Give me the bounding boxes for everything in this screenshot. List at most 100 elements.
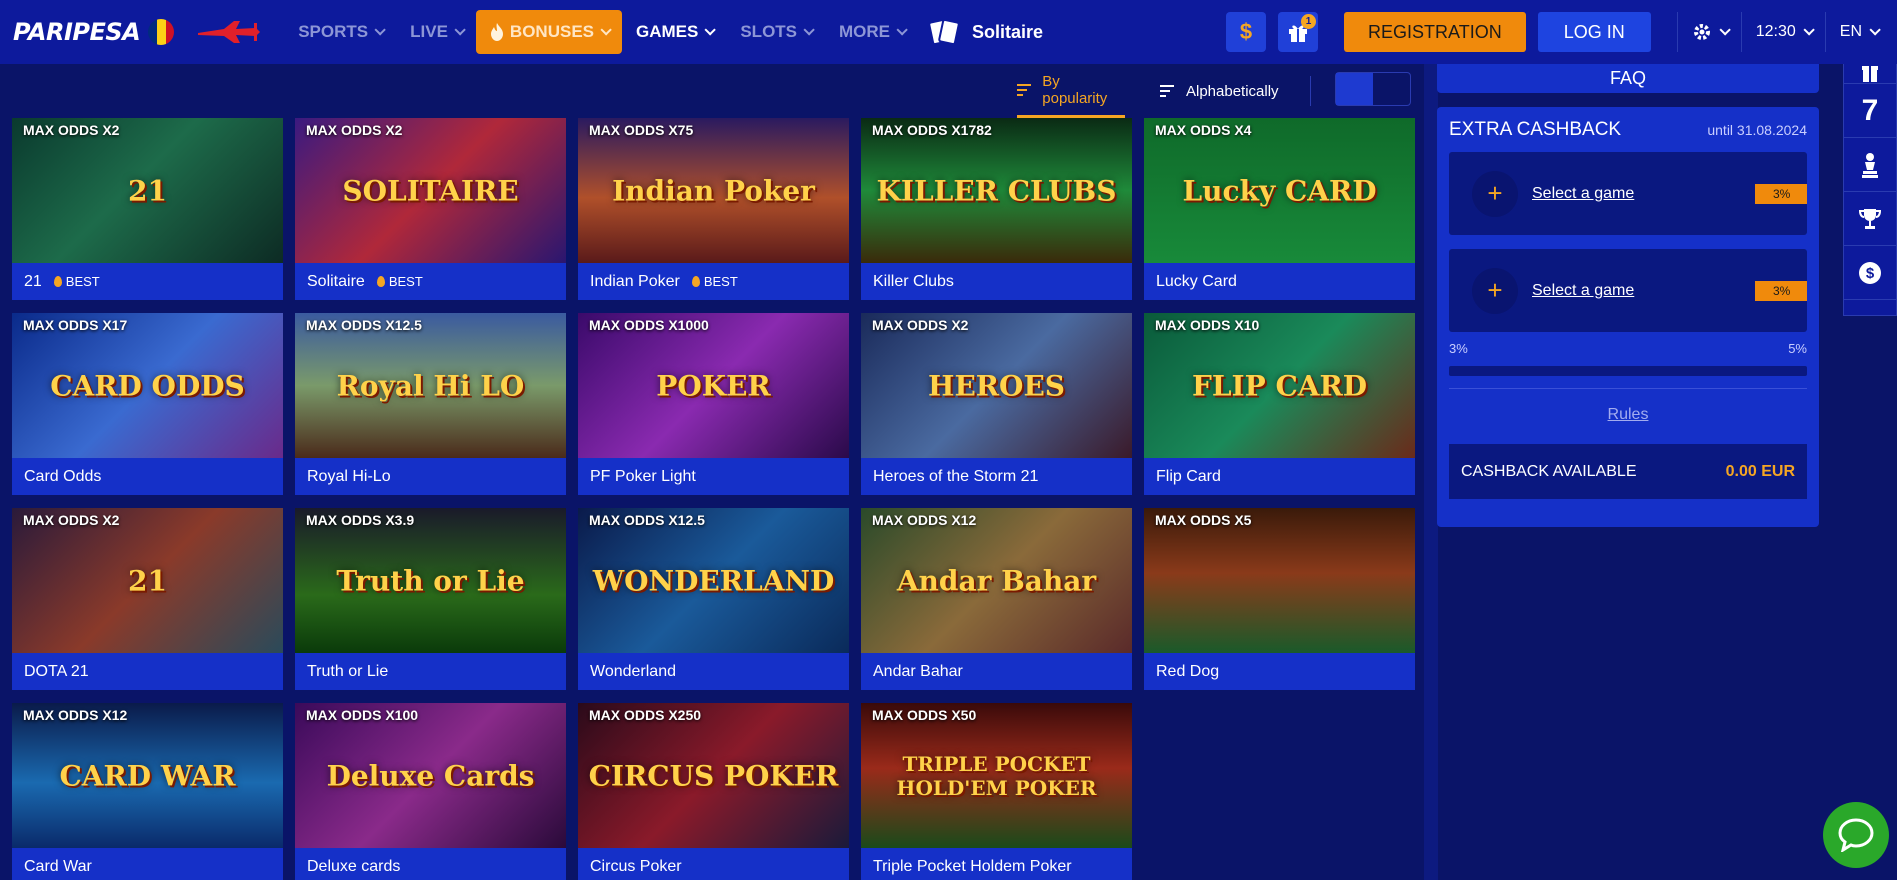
aviator-plane-icon[interactable] (194, 17, 264, 47)
game-card[interactable]: CIRCUS POKER MAX ODDS X250 Circus Poker (578, 703, 849, 880)
game-thumbnail[interactable]: WONDERLAND MAX ODDS X12.5 (578, 508, 849, 653)
game-thumbnail[interactable]: TRIPLE POCKET HOLD'EM POKER MAX ODDS X50 (861, 703, 1132, 848)
nav-sports[interactable]: SPORTS (284, 10, 396, 54)
login-button[interactable]: LOG IN (1537, 12, 1651, 52)
chat-button[interactable] (1823, 802, 1889, 868)
sort-alphabetically[interactable]: Alphabetically (1160, 64, 1279, 118)
range-max: 5% (1788, 341, 1807, 356)
rail-chess-icon[interactable] (1844, 138, 1896, 192)
game-card[interactable]: 21 MAX ODDS X2 DOTA 21 (12, 508, 283, 690)
game-thumbnail[interactable]: Royal Hi LO MAX ODDS X12.5 (295, 313, 566, 458)
deposit-button[interactable]: $ (1226, 12, 1267, 52)
game-card-footer: Red Dog (1144, 653, 1415, 690)
gift-button[interactable]: 1 (1278, 12, 1319, 52)
game-card-footer: PF Poker Light (578, 458, 849, 495)
game-card[interactable]: SOLITAIRE MAX ODDS X2 Solitaire BEST (295, 118, 566, 300)
game-card[interactable]: MAX ODDS X5 Red Dog (1144, 508, 1415, 690)
nav-more[interactable]: MORE (825, 10, 918, 54)
large-grid-view-button[interactable] (1336, 73, 1373, 105)
gear-icon (1693, 24, 1710, 40)
game-card[interactable]: WONDERLAND MAX ODDS X12.5 Wonderland (578, 508, 849, 690)
nav-games[interactable]: GAMES (622, 10, 726, 54)
faq-button[interactable]: FAQ (1437, 64, 1819, 93)
game-thumbnail[interactable]: Indian Poker MAX ODDS X75 (578, 118, 849, 263)
game-thumbnail[interactable]: Deluxe Cards MAX ODDS X100 (295, 703, 566, 848)
select-game-link[interactable]: Select a game (1532, 282, 1634, 300)
scrollbar-track[interactable] (1424, 64, 1438, 880)
game-thumbnail[interactable]: CIRCUS POKER MAX ODDS X250 (578, 703, 849, 848)
game-grid: 21 MAX ODDS X2 21 BEST SOLITAIRE MAX ODDS X2 S… (12, 118, 1415, 880)
registration-button[interactable]: REGISTRATION (1344, 12, 1526, 52)
current-game-title[interactable]: Solitaire (927, 18, 1043, 46)
game-art-logo: HEROES (927, 369, 1066, 402)
rail-dollar-icon[interactable]: $ (1844, 246, 1896, 300)
nav-live[interactable]: LIVE (396, 10, 476, 54)
game-card[interactable]: Deluxe Cards MAX ODDS X100 Deluxe cards (295, 703, 566, 880)
game-thumbnail[interactable]: CARD ODDS MAX ODDS X17 (12, 313, 283, 458)
chevron-down-icon (704, 24, 717, 36)
game-card[interactable]: Indian Poker MAX ODDS X75 Indian Poker BEST (578, 118, 849, 300)
game-card[interactable]: KILLER CLUBS MAX ODDS X1782 Killer Clubs (861, 118, 1132, 300)
max-odds-label: MAX ODDS X2 (23, 122, 120, 138)
time-selector[interactable]: 12:30 (1740, 12, 1825, 52)
game-card[interactable]: Royal Hi LO MAX ODDS X12.5 Royal Hi-Lo (295, 313, 566, 495)
game-thumbnail[interactable]: KILLER CLUBS MAX ODDS X1782 (861, 118, 1132, 263)
chevron-down-icon (454, 24, 466, 36)
game-card[interactable]: TRIPLE POCKET HOLD'EM POKER MAX ODDS X50 T… (861, 703, 1132, 880)
game-card[interactable]: HEROES MAX ODDS X2 Heroes of the Storm 21 (861, 313, 1132, 495)
rail-gift-icon[interactable] (1844, 64, 1896, 84)
rules-link[interactable]: Rules (1437, 406, 1819, 424)
paripesa-logo[interactable]: PARIPESA (13, 18, 141, 46)
sort-by-popularity[interactable]: By popularity (1017, 64, 1125, 118)
game-card-footer: Solitaire BEST (295, 263, 566, 300)
rail-seven-icon[interactable]: 7 (1844, 84, 1896, 138)
max-odds-label: MAX ODDS X10 (1155, 317, 1260, 333)
game-card[interactable]: Andar Bahar MAX ODDS X12 Andar Bahar (861, 508, 1132, 690)
game-title: Royal Hi-Lo (307, 467, 391, 485)
game-thumbnail[interactable]: MAX ODDS X5 (1144, 508, 1415, 653)
game-card[interactable]: CARD ODDS MAX ODDS X17 Card Odds (12, 313, 283, 495)
chevron-down-icon (896, 24, 908, 36)
game-thumbnail[interactable]: Lucky CARD MAX ODDS X4 (1144, 118, 1415, 263)
game-thumbnail[interactable]: 21 MAX ODDS X2 (12, 118, 283, 263)
language-selector[interactable]: EN (1824, 12, 1897, 52)
romania-flag-icon[interactable] (148, 19, 175, 45)
game-thumbnail[interactable]: SOLITAIRE MAX ODDS X2 (295, 118, 566, 263)
game-card-footer: Flip Card (1144, 458, 1415, 495)
select-game-link[interactable]: Select a game (1532, 185, 1634, 203)
game-card[interactable]: Truth or Lie MAX ODDS X3.9 Truth or Lie (295, 508, 566, 690)
nav-bonuses[interactable]: BONUSES (475, 10, 622, 54)
game-title: Andar Bahar (873, 662, 963, 680)
game-title: Indian Poker (590, 272, 680, 290)
game-thumbnail[interactable]: POKER MAX ODDS X1000 (578, 313, 849, 458)
small-grid-view-button[interactable] (1373, 73, 1410, 105)
settings-button[interactable] (1676, 12, 1741, 52)
cashback-slot[interactable]: + Select a game 3% (1449, 152, 1807, 235)
plus-icon[interactable]: + (1472, 170, 1518, 217)
rail-trophy-icon[interactable] (1844, 192, 1896, 246)
game-thumbnail[interactable]: HEROES MAX ODDS X2 (861, 313, 1132, 458)
cashback-slot[interactable]: + Select a game 3% (1449, 249, 1807, 332)
game-card[interactable]: 21 MAX ODDS X2 21 BEST (12, 118, 283, 300)
game-card[interactable]: CARD WAR MAX ODDS X12 Card War (12, 703, 283, 880)
game-thumbnail[interactable]: 21 MAX ODDS X2 (12, 508, 283, 653)
game-art-logo: POKER (656, 369, 771, 402)
game-art-logo: SOLITAIRE (342, 174, 519, 207)
game-thumbnail[interactable]: Truth or Lie MAX ODDS X3.9 (295, 508, 566, 653)
sort-icon (1017, 82, 1032, 98)
plus-icon[interactable]: + (1472, 267, 1518, 314)
nav-slots[interactable]: SLOTS (726, 10, 825, 54)
cashback-title: EXTRA CASHBACK (1449, 118, 1622, 140)
game-card[interactable]: POKER MAX ODDS X1000 PF Poker Light (578, 313, 849, 495)
game-title: PF Poker Light (590, 467, 696, 485)
game-card[interactable]: FLIP CARD MAX ODDS X10 Flip Card (1144, 313, 1415, 495)
game-title: Lucky Card (1156, 272, 1237, 290)
game-thumbnail[interactable]: Andar Bahar MAX ODDS X12 (861, 508, 1132, 653)
game-title: Red Dog (1156, 662, 1220, 680)
chevron-down-icon (803, 24, 815, 36)
game-thumbnail[interactable]: FLIP CARD MAX ODDS X10 (1144, 313, 1415, 458)
header-right: $ 1 REGISTRATION LOG IN 12:30 EN (1226, 0, 1897, 64)
game-thumbnail[interactable]: CARD WAR MAX ODDS X12 (12, 703, 283, 848)
game-card[interactable]: Lucky CARD MAX ODDS X4 Lucky Card (1144, 118, 1415, 300)
game-title: DOTA 21 (24, 662, 89, 680)
